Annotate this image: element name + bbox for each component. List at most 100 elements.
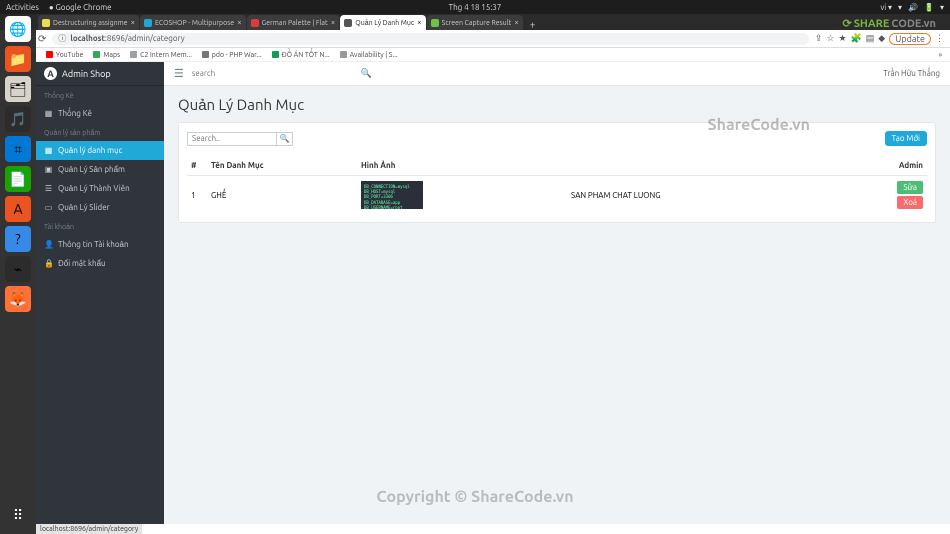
cell-actions: Sửa Xoá [877, 176, 927, 215]
cell-idx: 1 [187, 176, 207, 215]
tab-title: Destructuring assignme [53, 19, 128, 27]
delete-button[interactable]: Xoá [897, 196, 923, 209]
bookmark-2[interactable]: Maps [93, 51, 120, 59]
category-table: # Tên Danh Mục Hình Ảnh Admin 1 GHẾ DB_C… [187, 156, 927, 214]
tab-title: Quản Lý Danh Mục [355, 19, 414, 27]
clock[interactable]: Thg 4 18 15:37 [449, 3, 502, 12]
new-tab-button[interactable]: + [524, 19, 542, 30]
dock-files[interactable]: 🗂 [5, 76, 31, 102]
lock-icon: 🔒 [44, 259, 53, 268]
power-icon[interactable]: ▾ [940, 3, 944, 12]
cell-name: GHẾ [207, 176, 357, 215]
sidebar-item-change-pass[interactable]: 🔒Đổi mật khẩu [36, 254, 164, 273]
bookmark-favicon [93, 51, 100, 58]
sidebar-toggle[interactable]: ☰ [174, 67, 184, 80]
battery-icon[interactable]: 🔋 [924, 3, 934, 12]
tab-favicon [251, 19, 259, 27]
bookmark-favicon [202, 51, 209, 58]
user-name[interactable]: Trần Hữu Thắng [883, 69, 940, 78]
chrome-tab-4[interactable]: Screen Capture Result× [427, 15, 523, 30]
table-search-button[interactable]: 🔍 [277, 132, 293, 146]
ext-icon-2[interactable]: ▤ [866, 33, 875, 44]
site-info-icon[interactable]: ⓘ [58, 33, 66, 44]
page-title: Quản Lý Danh Mục [178, 96, 936, 114]
update-button[interactable]: Update [889, 33, 931, 45]
tab-close-icon[interactable]: × [237, 18, 242, 27]
bookmark-label: Availability | S... [350, 51, 398, 59]
tab-title: German Palette | Flat [262, 19, 328, 27]
nav-title-products: Quản lý sản phẩm [36, 123, 164, 141]
admin-header: ☰ 🔍 Trần Hữu Thắng [164, 62, 950, 86]
tab-title: Screen Capture Result [442, 19, 512, 27]
tab-close-icon[interactable]: × [514, 18, 519, 27]
table-search-input[interactable] [187, 132, 277, 146]
header-search-input[interactable] [192, 69, 361, 78]
ext-icon-1[interactable]: ★ [838, 33, 846, 44]
dock-software[interactable]: A [5, 196, 31, 222]
col-name: Tên Danh Mục [207, 156, 357, 176]
volume-icon[interactable]: 🔊 [908, 3, 918, 12]
cell-image: DB_CONNECTION=mysql DB_HOST=mysql DB_POR… [357, 176, 567, 215]
sidebar-item-category[interactable]: ▦Quản lý danh mục [36, 141, 164, 160]
create-button[interactable]: Tạo Mới [885, 131, 927, 146]
admin-main: ☰ 🔍 Trần Hữu Thắng Quản Lý Danh Mục 🔍 Tạ… [164, 62, 950, 524]
dock-terminal[interactable]: ⌁ [5, 256, 31, 282]
dock-vscode[interactable]: ⌗ [5, 136, 31, 162]
current-app-indicator[interactable]: ● Google Chrome [49, 3, 112, 12]
admin-brand[interactable]: A Admin Shop [36, 62, 164, 86]
chrome-menu-icon[interactable]: ⋮ [935, 33, 944, 44]
bookmark-4[interactable]: pdo - PHP War... [202, 51, 262, 59]
chrome-tab-2[interactable]: German Palette | Flat× [247, 15, 340, 30]
app-viewport: A Admin Shop Thống Kê ▦Thống Kê Quản lý … [36, 62, 950, 524]
bookmark-1[interactable]: YouTube [46, 51, 84, 59]
lang-indicator[interactable]: vi ▾ [880, 3, 892, 12]
chrome-tab-1[interactable]: ECOSHOP - Multipurpose× [140, 15, 246, 30]
nav-title-account: Tài khoản [36, 217, 164, 235]
bookmark-favicon [272, 51, 279, 58]
search-icon[interactable]: 🔍 [361, 68, 372, 79]
box-icon: ▣ [44, 165, 53, 174]
ext-icon-3[interactable]: ◆ [878, 33, 885, 44]
status-bar: localhost:8696/admin/category [36, 524, 142, 534]
tab-close-icon[interactable]: × [131, 18, 136, 27]
show-apps-button[interactable]: ⠿ [5, 502, 31, 528]
chrome-tab-0[interactable]: Destructuring assignme× [38, 15, 139, 30]
category-thumbnail: DB_CONNECTION=mysql DB_HOST=mysql DB_POR… [361, 181, 423, 209]
chrome-tab-3[interactable]: Quản Lý Danh Mục× [340, 15, 425, 30]
network-icon[interactable]: ▾ [898, 3, 902, 12]
address-bar[interactable]: ⓘ localhost:8696/admin/category [52, 33, 808, 45]
bookmarks-overflow[interactable]: » [939, 51, 942, 59]
dock-nautilus[interactable]: 📁 [5, 46, 31, 72]
dock-rhythmbox[interactable]: 🎵 [5, 106, 31, 132]
dock-help[interactable]: ? [5, 226, 31, 252]
chrome-toolbar: ← → ⟳ ⓘ localhost:8696/admin/category ⇪ … [0, 30, 950, 48]
chart-icon: ▦ [44, 109, 53, 118]
header-search[interactable]: 🔍 [192, 68, 372, 79]
sidebar-item-product[interactable]: ▣Quản Lý Sản phẩm [36, 160, 164, 179]
dock-firefox[interactable]: 🦊 [5, 286, 31, 312]
reload-button[interactable]: ⟳ [38, 33, 46, 45]
admin-sidebar: A Admin Shop Thống Kê ▦Thống Kê Quản lý … [36, 62, 164, 524]
edit-button[interactable]: Sửa [897, 181, 923, 194]
col-desc [567, 156, 877, 176]
dock-libreoffice[interactable]: 📄 [5, 166, 31, 192]
tab-close-icon[interactable]: × [417, 18, 422, 27]
activities-button[interactable]: Activities [6, 3, 39, 12]
bookmark-5[interactable]: ĐỒ ÁN TỐT N... [272, 51, 330, 59]
share-icon[interactable]: ⇪ [815, 33, 823, 44]
bookmark-6[interactable]: Availability | S... [340, 51, 398, 59]
sidebar-item-stats[interactable]: ▦Thống Kê [36, 104, 164, 123]
extensions-icon[interactable]: 🧩 [851, 33, 862, 44]
bookmark-star-icon[interactable]: ☆ [826, 33, 834, 44]
col-image: Hình Ảnh [357, 156, 567, 176]
sidebar-item-account-info[interactable]: 👤Thông tin Tài khoản [36, 235, 164, 254]
bookmark-label: ĐỒ ÁN TỐT N... [282, 51, 330, 59]
sidebar-item-members[interactable]: ☰Quản Lý Thành Viên [36, 179, 164, 198]
dock-chrome[interactable]: 🌐 [5, 16, 31, 42]
ubuntu-dock: 🌐 📁 🗂 🎵 ⌗ 📄 A? ⌁ 🦊 ⠿ [0, 14, 36, 534]
bookmark-3[interactable]: C2 Intern Mem... [130, 51, 192, 59]
user-icon: 👤 [44, 240, 53, 249]
tab-close-icon[interactable]: × [331, 18, 336, 27]
sidebar-item-slider[interactable]: ▭Quản Lý Slider [36, 198, 164, 217]
brand-icon: A [44, 67, 57, 80]
